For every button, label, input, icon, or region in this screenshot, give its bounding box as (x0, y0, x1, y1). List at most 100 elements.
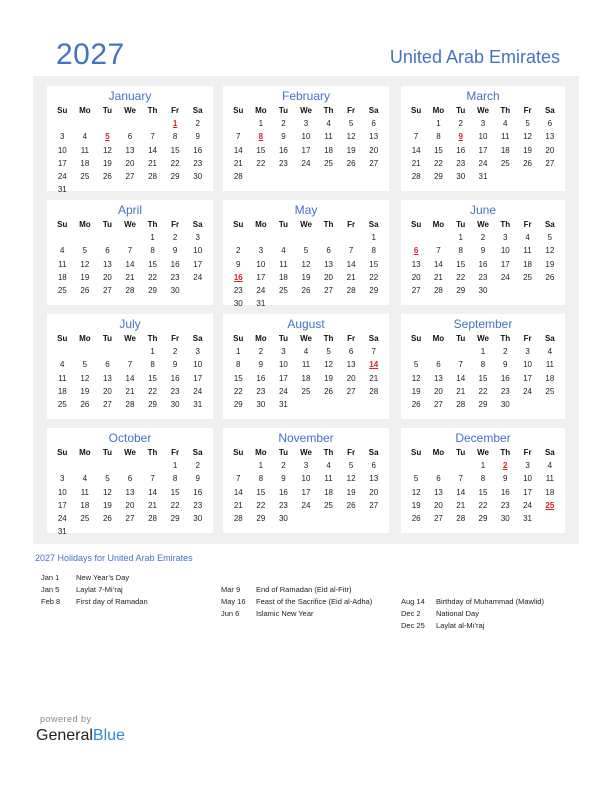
day-cell: 27 (102, 400, 112, 410)
month-grid: Su Mo Tu We Th Fr Sa 1 2 3 4 5 6 7 8 9 10 11 12 13 14 15 16 17 1… (51, 446, 209, 539)
day-cell: 14 (148, 487, 158, 497)
day-cell: 11 (58, 259, 67, 269)
holiday-name: End of Ramadan (Eid al-Fitr) (256, 585, 352, 594)
day-cell: 8 (172, 474, 178, 484)
weekday-label: Th (147, 448, 158, 457)
day-cell: 18 (324, 487, 334, 497)
day-cell: 28 (346, 286, 356, 296)
weekday-label: Mo (432, 334, 445, 343)
day-cell: 30 (500, 514, 510, 524)
day-cell: 4 (82, 474, 88, 484)
generalblue-logo[interactable]: GeneralBlue (36, 727, 125, 745)
empty-cell (96, 345, 119, 358)
day-cell: 30 (170, 286, 180, 296)
day-cell: 11 (501, 132, 510, 142)
day-cell: 8 (258, 474, 264, 484)
day-cell: 28 (369, 386, 379, 396)
day-cell: 15 (233, 373, 243, 383)
day-cell: 21 (125, 272, 135, 282)
day-cell: 31 (278, 400, 288, 410)
day-cell: 13 (433, 373, 443, 383)
day-cell: 28 (233, 514, 243, 524)
day-cell: 9 (172, 246, 178, 256)
day-cell: 9 (195, 474, 200, 484)
day-cell: 28 (125, 400, 135, 410)
day-cell: 10 (523, 474, 533, 484)
day-cell: 6 (105, 246, 110, 256)
day-cell: 2 (281, 461, 286, 470)
day-cell: 20 (433, 386, 443, 396)
empty-cell (51, 459, 74, 472)
empty-cell (227, 231, 250, 244)
day-cell: 6 (547, 119, 553, 128)
holiday-item: Jan 1 New Year’s Day (41, 572, 148, 584)
day-cell: 13 (433, 487, 443, 497)
day-cell: 12 (80, 373, 90, 383)
day-cell: 3 (503, 233, 508, 242)
holiday-column: Jan 1 New Year’s Day Jan 5 Laylat 7-Mi’raj F… (41, 572, 148, 608)
day-cell: 2 (258, 347, 264, 356)
day-cell: 7 (371, 347, 376, 356)
month-title: February (281, 89, 331, 103)
day-cell: 17 (500, 259, 510, 269)
holiday-day-cell: 9 (458, 132, 463, 142)
weekday-label: We (300, 334, 312, 343)
day-cell: 12 (523, 132, 533, 142)
day-cell: 20 (102, 272, 112, 282)
day-cell: 29 (233, 400, 243, 410)
weekday-label: We (477, 448, 489, 457)
day-cell: 17 (301, 145, 311, 155)
weekday-label: We (477, 220, 489, 229)
day-cell: 4 (82, 132, 88, 142)
day-cell: 12 (411, 487, 421, 497)
day-cell: 24 (301, 500, 311, 510)
day-cell: 19 (102, 158, 112, 168)
day-cell: 30 (170, 400, 180, 410)
month-title: June (469, 203, 497, 217)
day-cell: 7 (436, 246, 441, 256)
weekday-label: We (124, 220, 136, 229)
day-cell: 24 (256, 286, 266, 296)
month-title: May (294, 203, 318, 217)
weekday-label: Su (57, 106, 68, 115)
weekday-label: Tu (456, 106, 466, 115)
empty-cell (119, 117, 142, 130)
day-cell: 10 (193, 246, 203, 256)
day-cell: 21 (411, 158, 421, 168)
day-cell: 28 (125, 286, 135, 296)
day-cell: 3 (525, 461, 530, 470)
day-cell: 7 (127, 360, 133, 370)
day-cell: 31 (478, 172, 488, 182)
day-cell: 12 (411, 373, 421, 383)
weekday-label: Mo (255, 220, 267, 229)
holiday-day-cell: 16 (233, 272, 243, 282)
day-cell: 22 (256, 158, 266, 168)
day-cell: 4 (326, 461, 331, 470)
day-cell: 18 (545, 487, 555, 497)
weekday-label: Mo (255, 448, 267, 457)
day-cell: 22 (369, 272, 379, 282)
day-cell: 15 (433, 145, 443, 155)
day-cell: 20 (324, 272, 334, 282)
day-cell: 21 (456, 386, 466, 396)
month-title: August (287, 317, 325, 331)
day-cell: 18 (80, 158, 90, 168)
empty-cell (51, 117, 74, 130)
month-grid: Su Mo Tu We Th Fr Sa 1 2 3 4 5 6 7 8 9 10 11 12 13 14 15 16 17 1… (405, 218, 561, 297)
holiday-day-cell: 1 (172, 119, 178, 128)
day-cell: 19 (523, 145, 533, 155)
day-cell: 21 (233, 158, 243, 168)
day-cell: 25 (57, 400, 67, 410)
day-cell: 22 (233, 386, 243, 396)
day-cell: 15 (148, 373, 158, 383)
weekday-label: Mo (79, 220, 91, 229)
day-cell: 5 (105, 474, 110, 484)
day-cell: 13 (125, 145, 135, 155)
holiday-day-cell: 6 (413, 246, 419, 256)
day-cell: 27 (433, 400, 443, 410)
day-cell: 16 (170, 259, 180, 269)
empty-cell (227, 117, 250, 130)
day-cell: 19 (346, 145, 356, 155)
day-cell: 10 (478, 132, 488, 142)
day-cell: 12 (545, 246, 555, 256)
